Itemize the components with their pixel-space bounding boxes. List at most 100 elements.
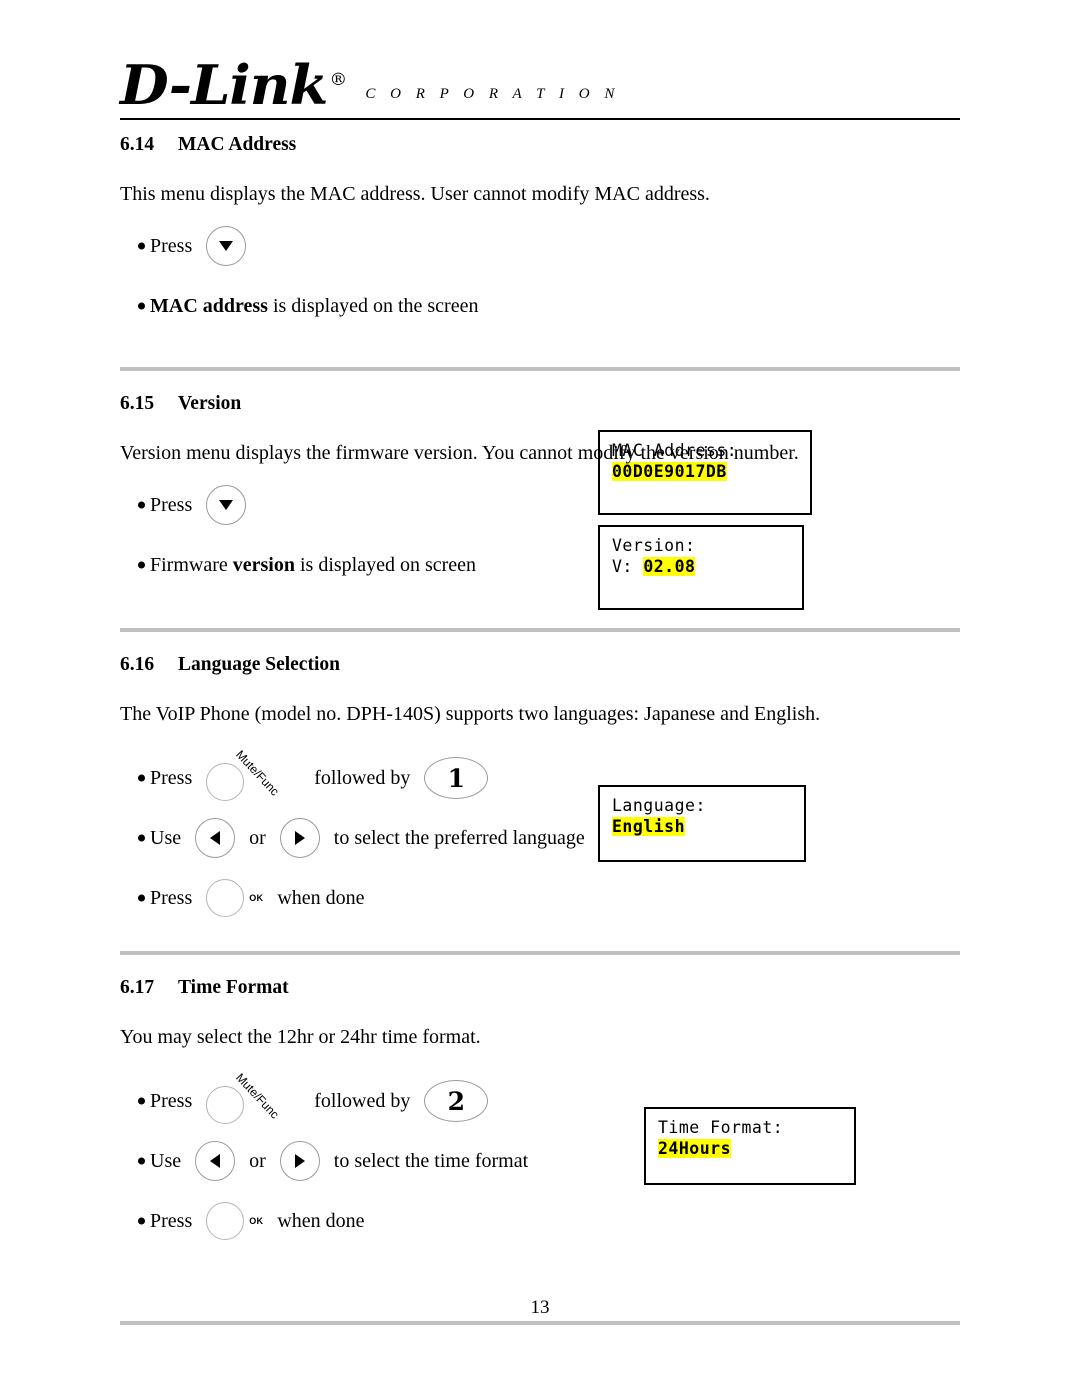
step-text-lead: Firmware (150, 553, 233, 576)
bullet-icon (138, 1157, 145, 1165)
step-text-bold: MAC address (150, 294, 268, 317)
step-label: Press (150, 766, 193, 789)
step-tail-text: to select the preferred language (333, 826, 585, 849)
step-tail-text: when done (277, 886, 365, 909)
step-label: Press (150, 493, 193, 516)
step-press-down: Press (120, 484, 960, 526)
step-tail-text: when done (277, 1209, 365, 1232)
lcd-line-title: Time Format: (658, 1118, 784, 1137)
corporation-label: C O R P O R A T I O N (365, 86, 620, 102)
step-label: Press (150, 1089, 193, 1112)
mute-func-key-circle[interactable] (206, 1086, 245, 1124)
section-intro-text: This menu displays the MAC address. User… (120, 183, 710, 205)
section-time-format: 6.17 Time Format You may select the 12hr… (120, 977, 960, 1242)
step-or-text: or (249, 1149, 266, 1172)
step-label: Use (150, 1149, 182, 1172)
bullet-icon (138, 242, 145, 250)
ok-key-circle[interactable] (206, 879, 245, 917)
step-press-mutefunc-1: Press Mute/Func followed by 1 (120, 747, 960, 801)
section-title: Version (178, 393, 242, 414)
section-intro-text: Version menu displays the firmware versi… (120, 442, 799, 464)
step-list: Press Firmware version is displayed on s… (120, 484, 960, 586)
section-heading: 6.14 MAC Address (120, 134, 960, 156)
ok-key-icon[interactable]: OK (206, 1202, 263, 1240)
section-title: MAC Address (178, 134, 297, 155)
step-text-rest: is displayed on the screen (267, 294, 479, 317)
step-text: MAC address is displayed on the screen (150, 295, 478, 318)
ok-key-icon[interactable]: OK (206, 879, 263, 917)
bullet-icon (138, 894, 145, 902)
section-title: Language Selection (178, 654, 340, 675)
step-or-text: or (249, 826, 266, 849)
bullet-icon (138, 302, 145, 310)
section-title: Time Format (178, 977, 289, 998)
section-number: 6.17 (120, 977, 155, 998)
section-separator (120, 951, 960, 955)
header-divider (120, 118, 960, 120)
ok-key-circle[interactable] (206, 1202, 245, 1240)
brand-name: D-Link (120, 53, 328, 117)
section-number: 6.16 (120, 654, 155, 675)
step-list: Press MAC address is displayed on the sc… (120, 225, 960, 327)
lcd-line-value: 24Hours (658, 1138, 842, 1159)
step-use-arrows-language: Use or to select the preferred language (120, 817, 960, 859)
section-intro-text: You may select the 12hr or 24hr time for… (120, 1026, 481, 1048)
step-label: Press (150, 886, 193, 909)
lcd-display-time-format: Time Format: 24Hours (644, 1107, 856, 1185)
step-connector-text: followed by (314, 766, 411, 789)
lcd-display-language: Language: English (598, 785, 806, 862)
step-text: Firmware version is displayed on screen (150, 554, 476, 577)
lcd-display-version: Version: V: 02.08 (598, 525, 804, 610)
mute-func-key-icon[interactable]: Mute/Func (206, 1070, 296, 1124)
step-press-ok-time: Press OK when done (120, 1200, 960, 1242)
step-mac-displayed: MAC address is displayed on the screen (120, 285, 960, 327)
step-label: Press (150, 1209, 193, 1232)
bullet-icon (138, 774, 145, 782)
lcd-value-prefix: V: (612, 557, 644, 577)
section-separator (120, 367, 960, 371)
lcd-line-title: Version: (612, 536, 696, 555)
down-arrow-key-icon[interactable] (206, 485, 247, 525)
keypad-key-2-icon[interactable]: 2 (424, 1080, 489, 1122)
section-heading: 6.17 Time Format (120, 977, 960, 999)
bullet-icon (138, 561, 145, 569)
lcd-highlighted-value: English (612, 817, 686, 837)
bullet-icon (138, 834, 145, 842)
page-number: 13 (530, 1297, 550, 1318)
registered-trademark-icon: ® (329, 70, 347, 90)
section-heading: 6.15 Version (120, 393, 960, 415)
document-page: D-Link ® C O R P O R A T I O N 6.14 MAC A… (0, 0, 1080, 1397)
bullet-icon (138, 1097, 145, 1105)
mute-func-key-circle[interactable] (206, 763, 245, 801)
lcd-line-value: V: 02.08 (612, 556, 790, 577)
step-text-bold: version (232, 553, 295, 576)
section-heading: 6.16 Language Selection (120, 654, 960, 676)
left-arrow-key-icon[interactable] (195, 1141, 236, 1181)
bullet-icon (138, 501, 145, 509)
right-arrow-key-icon[interactable] (279, 818, 320, 858)
section-number: 6.15 (120, 393, 155, 414)
keypad-key-1-icon[interactable]: 1 (424, 757, 489, 799)
lcd-line-value: English (612, 816, 792, 837)
footer-divider (120, 1321, 960, 1325)
step-connector-text: followed by (314, 1089, 411, 1112)
right-arrow-key-icon[interactable] (279, 1141, 320, 1181)
step-press-down: Press (120, 225, 960, 267)
step-press-ok-language: Press OK when done (120, 877, 960, 919)
section-mac-address: 6.14 MAC Address This menu displays the … (120, 134, 960, 515)
section-intro-text: The VoIP Phone (model no. DPH-140S) supp… (120, 703, 821, 725)
step-label: Press (150, 234, 193, 257)
step-version-displayed: Firmware version is displayed on screen (120, 544, 960, 586)
lcd-highlighted-value: 24Hours (658, 1139, 732, 1159)
lcd-highlighted-value: 02.08 (643, 557, 696, 577)
brand-wordmark: D-Link ® (120, 58, 347, 112)
left-arrow-key-icon[interactable] (195, 818, 236, 858)
section-language-selection: 6.16 Language Selection The VoIP Phone (… (120, 654, 960, 955)
step-tail-text: to select the time format (333, 1149, 529, 1172)
section-number: 6.14 (120, 134, 155, 155)
dlink-logo: D-Link ® C O R P O R A T I O N (120, 58, 960, 112)
mute-func-key-icon[interactable]: Mute/Func (206, 747, 296, 801)
down-arrow-key-icon[interactable] (206, 226, 247, 266)
section-version: 6.15 Version Version menu displays the f… (120, 393, 960, 632)
page-header: D-Link ® C O R P O R A T I O N (120, 0, 960, 120)
